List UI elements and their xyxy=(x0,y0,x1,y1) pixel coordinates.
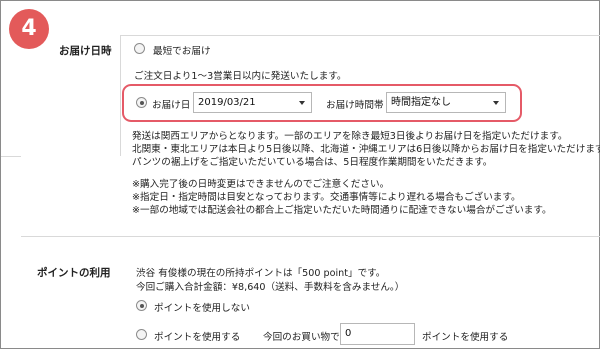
points-not-use-radio[interactable] xyxy=(136,300,147,311)
checkout-panel: 4 お届け日時 最短でお届け ご注文日より1〜3営業日以内に発送いたします。 お… xyxy=(0,0,600,349)
earliest-delivery-radio[interactable] xyxy=(134,43,145,54)
delivery-info-line: パンツの裾上げをご指定いただいている場合は、5日程度作業期間をいただきます。 xyxy=(132,157,493,168)
delivery-notice-line: ※購入完了後の日時変更はできませんのでご注意ください。 xyxy=(132,179,390,190)
section-divider-left xyxy=(1,156,21,157)
delivery-time-value: 時間指定なし xyxy=(391,97,451,108)
delivery-info-line: 北関東・東北エリアは本日より5日後以降、北海道・沖縄エリアは6日後以降からお届け… xyxy=(132,144,600,155)
points-usage-label: ポイントの利用 xyxy=(37,267,111,279)
delivery-date-label[interactable]: お届け日 xyxy=(152,97,190,111)
points-use-radio[interactable] xyxy=(136,329,147,340)
chevron-down-icon xyxy=(299,101,305,105)
delivery-notice-line: ※指定日・指定時間は目安となっております。交通事情等により遅れる場合もございます… xyxy=(132,192,521,203)
section-divider xyxy=(21,236,600,237)
delivery-date-value: 2019/03/21 xyxy=(198,97,256,108)
points-amount-input[interactable]: 0 xyxy=(340,323,415,345)
delivery-date-radio[interactable] xyxy=(136,97,147,108)
delivery-time-select[interactable]: 時間指定なし xyxy=(386,92,506,113)
delivery-date-select[interactable]: 2019/03/21 xyxy=(193,92,312,113)
delivery-info-line: 発送は関西エリアからとなります。一部のエリアを除き最短3日後よりお届け日を指定い… xyxy=(132,131,568,142)
purchase-total: 今回ご購入合計金額：¥8,640（送料、手数料を含みません。） xyxy=(136,282,405,293)
points-balance: 渋谷 有俊様の現在の所持ポイントは「500 point」です。 xyxy=(136,268,386,279)
top-divider xyxy=(121,35,600,36)
points-use-suffix: ポイントを使用する xyxy=(422,332,509,343)
points-not-use-label[interactable]: ポイントを使用しない xyxy=(154,300,250,314)
delivery-datetime-label: お届け日時 xyxy=(59,45,112,57)
delivery-time-label: お届け時間帯 xyxy=(326,100,384,111)
column-divider-top xyxy=(120,35,121,156)
points-use-label[interactable]: ポイントを使用する xyxy=(154,329,240,343)
points-use-prefix: 今回のお買い物で xyxy=(263,332,340,343)
step-number-badge: 4 xyxy=(9,9,49,49)
shipping-note: ご注文日より1〜3営業日以内に発送いたします。 xyxy=(134,71,347,82)
chevron-down-icon xyxy=(493,101,499,105)
earliest-delivery-label[interactable]: 最短でお届け xyxy=(153,43,211,57)
delivery-notice-line: ※一部の地域では配送会社の都合上ご指定いただいた時間通りに配達できない場合がござ… xyxy=(132,205,552,216)
